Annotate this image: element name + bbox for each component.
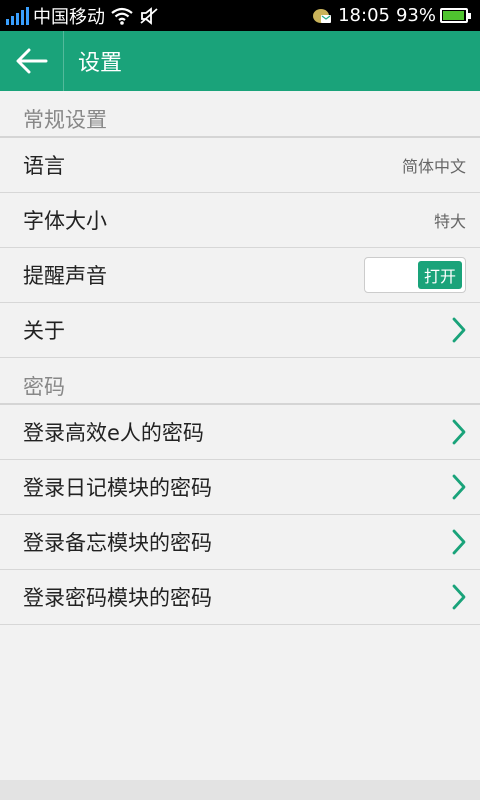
page-title: 设置: [78, 51, 123, 76]
wifi-icon: [111, 7, 133, 25]
password-item-row[interactable]: 登录日记模块的密码: [0, 460, 480, 515]
font-size-value: 特大: [433, 212, 466, 231]
app-bar: 设置: [0, 31, 480, 91]
language-value: 简体中文: [401, 157, 466, 176]
battery-percent: 93%: [395, 5, 436, 26]
password-item-label: 登录日记模块的密码: [23, 476, 212, 500]
password-item-row[interactable]: 登录密码模块的密码: [0, 570, 480, 625]
section-header-general: 常规设置: [0, 91, 480, 138]
section-header-password: 密码: [0, 358, 480, 405]
password-item-label: 登录高效e人的密码: [23, 421, 204, 445]
reminder-sound-row: 提醒声音 打开: [0, 248, 480, 303]
chevron-right-icon: [452, 529, 466, 555]
status-bar: 中国移动 18:05 93%: [0, 0, 480, 31]
about-label: 关于: [23, 319, 65, 343]
mute-icon: [139, 6, 159, 25]
bottom-strip: [0, 780, 480, 800]
chevron-right-icon: [452, 317, 466, 343]
reminder-sound-toggle[interactable]: 打开: [364, 257, 466, 293]
password-item-row[interactable]: 登录备忘模块的密码: [0, 515, 480, 570]
password-item-label: 登录密码模块的密码: [23, 586, 212, 610]
notification-icon: [312, 7, 332, 25]
battery-icon: [440, 8, 471, 23]
password-item-label: 登录备忘模块的密码: [23, 531, 212, 555]
clock: 18:05: [338, 5, 390, 26]
chevron-right-icon: [452, 419, 466, 445]
carrier-name: 中国移动: [33, 6, 105, 28]
signal-icon: [6, 6, 29, 25]
language-label: 语言: [23, 154, 65, 178]
font-size-row[interactable]: 字体大小 特大: [0, 193, 480, 248]
reminder-sound-label: 提醒声音: [23, 264, 107, 288]
password-item-row[interactable]: 登录高效e人的密码: [0, 405, 480, 460]
chevron-right-icon: [452, 474, 466, 500]
back-arrow-icon: [16, 48, 47, 74]
chevron-right-icon: [452, 584, 466, 610]
toggle-knob: 打开: [418, 261, 462, 289]
language-row[interactable]: 语言 简体中文: [0, 138, 480, 193]
about-row[interactable]: 关于: [0, 303, 480, 358]
settings-list: 常规设置 语言 简体中文 字体大小 特大 提醒声音 打开 关于 密码 登录高效e…: [0, 91, 480, 625]
font-size-label: 字体大小: [23, 209, 107, 233]
back-button[interactable]: [0, 31, 64, 91]
